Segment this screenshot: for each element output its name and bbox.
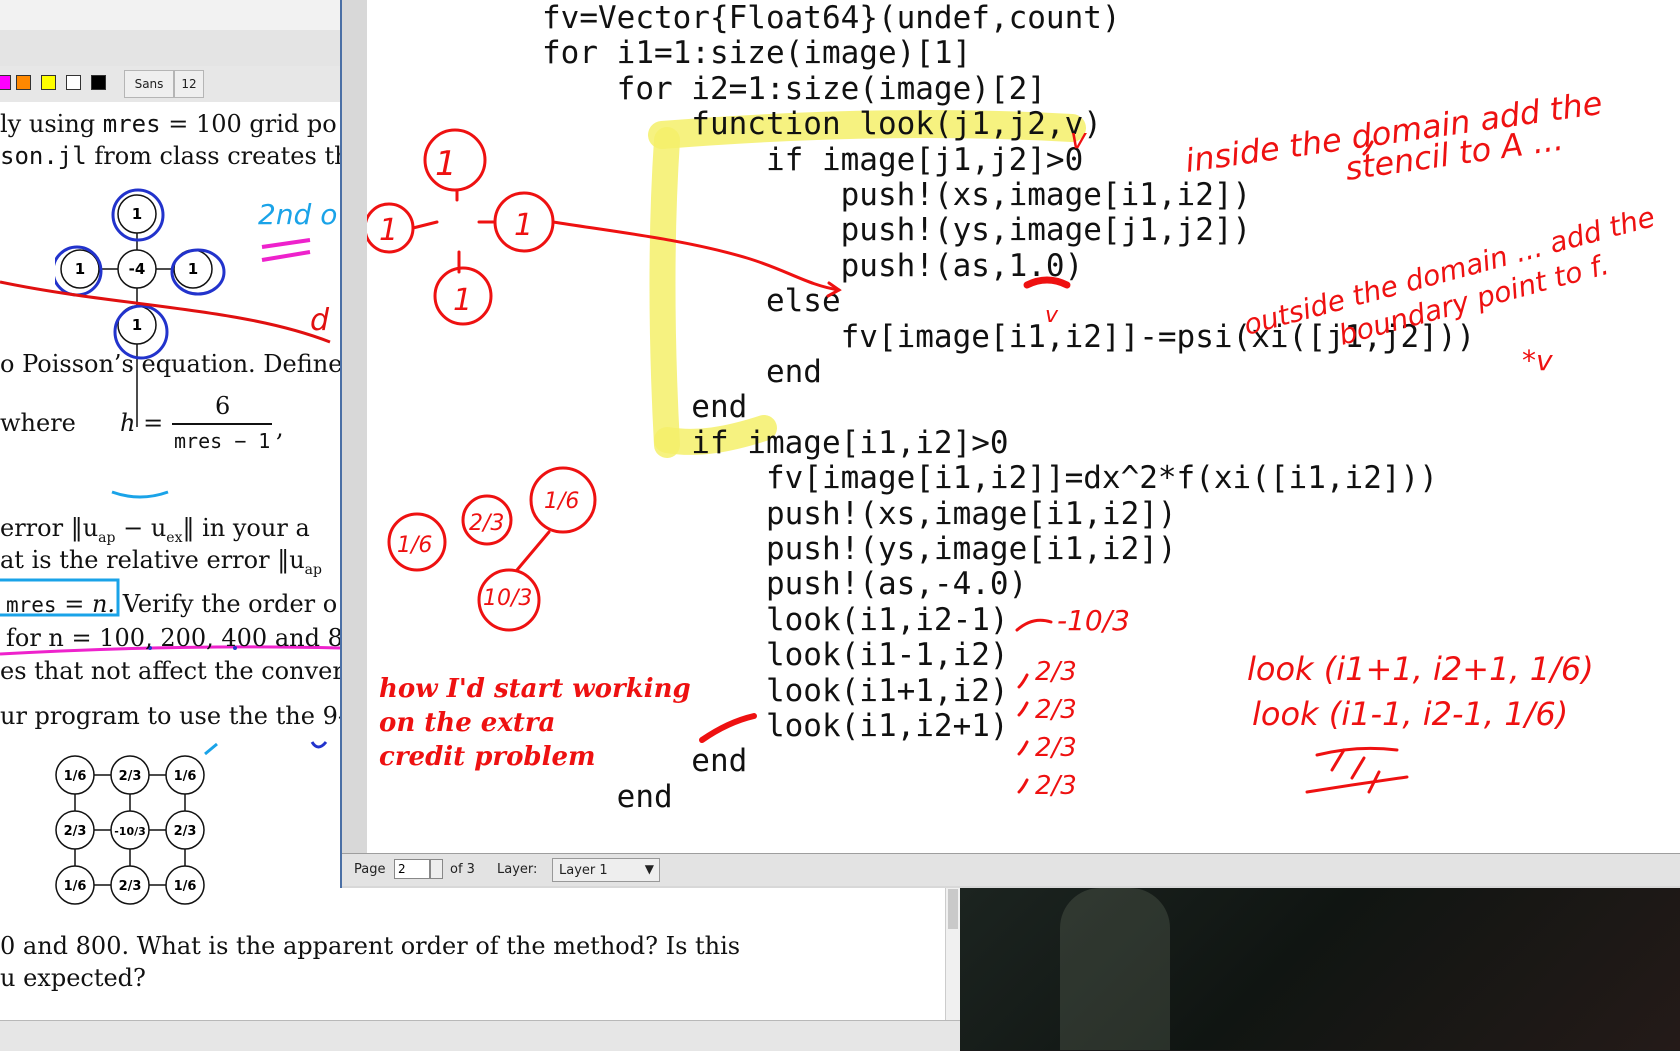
caption-line: credit problem bbox=[379, 742, 596, 772]
video-thumbnail bbox=[960, 888, 1680, 1050]
text-line: es that not affect the converg bbox=[0, 657, 360, 685]
pdf-scroll-thumb[interactable] bbox=[948, 889, 958, 929]
ink-v-argument: v bbox=[1070, 122, 1087, 155]
ink-stencil-two-thirds: 2/3 bbox=[469, 511, 504, 536]
stencil9-value: 1/6 bbox=[64, 879, 87, 894]
ink-d: d bbox=[310, 303, 330, 338]
page-label: Page bbox=[354, 862, 386, 877]
h-denominator: mres − 1 bbox=[174, 429, 271, 453]
stencil9-value: 2/3 bbox=[174, 824, 197, 839]
text-line: o Poisson’s equation. Define bbox=[0, 350, 343, 378]
color-swatch-magenta[interactable] bbox=[0, 75, 11, 90]
ink-two-thirds: 2/3 bbox=[1035, 771, 1077, 801]
ink-stencil-one: 1 bbox=[435, 144, 457, 184]
color-swatch-black[interactable] bbox=[91, 75, 106, 90]
ink-look-note: look (i1-1, i2-1, 1/6) bbox=[1252, 695, 1568, 733]
ink-2nd-order: 2nd o bbox=[258, 198, 337, 231]
note-canvas[interactable]: fv=Vector{Float64}(undef,count) for i1=1:… bbox=[367, 0, 1680, 853]
chevron-down-icon: ▼ bbox=[644, 862, 654, 876]
note-statusbar: Page of 3 Layer: Layer 1 ▼ bbox=[342, 853, 1680, 886]
ink-annotation-layer: 1 1 1 1 1/6 2/3 1/6 10/3 v v *v -10/3 2/… bbox=[367, 84, 1658, 801]
pdf-statusbar bbox=[0, 1020, 960, 1051]
stencil9-value: 1/6 bbox=[174, 769, 197, 784]
stencil9-value: 2/3 bbox=[119, 879, 142, 894]
h-comma: , bbox=[276, 414, 284, 442]
text-line: mres = n. Verify the order o bbox=[6, 590, 338, 618]
ink-two-thirds: 2/3 bbox=[1035, 733, 1077, 763]
page-count-label: of 3 bbox=[450, 862, 475, 877]
text-line: 0 and 800. What is the apparent order of… bbox=[0, 932, 741, 960]
layer-select-value: Layer 1 bbox=[559, 863, 608, 878]
text-line: error ‖uap − uex‖ in your a bbox=[0, 514, 310, 546]
ink-stencil-one: 1 bbox=[514, 208, 533, 243]
ink-stencil-one-sixth: 1/6 bbox=[397, 533, 432, 558]
pdf-vertical-scrollbar[interactable] bbox=[945, 885, 961, 1020]
ink-stencil-ten-thirds: 10/3 bbox=[483, 586, 532, 611]
stencil9-value: 2/3 bbox=[64, 824, 87, 839]
color-swatch-orange[interactable] bbox=[16, 75, 31, 90]
ink-two-thirds: 2/3 bbox=[1035, 657, 1077, 687]
ink-two-thirds: 2/3 bbox=[1035, 695, 1077, 725]
text-line: at is the relative error ‖uap bbox=[0, 546, 322, 578]
ink-look-note: look (i1+1, i2+1, 1/6) bbox=[1247, 650, 1594, 688]
text-line: u expected? bbox=[0, 964, 146, 992]
page-number-input[interactable] bbox=[394, 859, 430, 879]
ink-times-v: *v bbox=[1522, 344, 1553, 377]
text-line: for n = 100, 200, 400 and 80 bbox=[6, 624, 359, 652]
font-family-button[interactable]: Sans bbox=[124, 70, 174, 98]
ink-stencil-one: 1 bbox=[453, 283, 472, 318]
ink-neg-ten-thirds: -10/3 bbox=[1057, 604, 1130, 637]
nine-point-stencil-diagram: 1/6 2/3 1/6 2/3 -10/3 2/3 1/6 2/3 1/6 bbox=[55, 755, 205, 905]
layer-select[interactable]: Layer 1 ▼ bbox=[552, 858, 660, 882]
caption-line: on the extra bbox=[379, 708, 555, 738]
text-line: ur program to use the the 9- bbox=[0, 702, 346, 730]
stencil9-value: 2/3 bbox=[119, 769, 142, 784]
h-numerator: 6 bbox=[215, 392, 231, 420]
ink-checkmark: v bbox=[1045, 303, 1059, 328]
layer-label: Layer: bbox=[497, 862, 538, 877]
stencil9-value: 1/6 bbox=[64, 769, 87, 784]
stencil9-value: -10/3 bbox=[114, 825, 146, 838]
ink-stencil-one-sixth: 1/6 bbox=[544, 489, 579, 514]
color-swatch-white[interactable] bbox=[66, 75, 81, 90]
page-spin-button[interactable] bbox=[430, 859, 443, 879]
ink-stencil-one: 1 bbox=[379, 213, 398, 248]
caption-line: how I'd start working bbox=[379, 674, 691, 704]
h-lhs: h = bbox=[120, 409, 164, 437]
stencil9-value: 1/6 bbox=[174, 879, 197, 894]
color-swatch-yellow[interactable] bbox=[41, 75, 56, 90]
font-size-button[interactable]: 12 bbox=[174, 70, 204, 98]
text-where: where bbox=[0, 409, 76, 437]
